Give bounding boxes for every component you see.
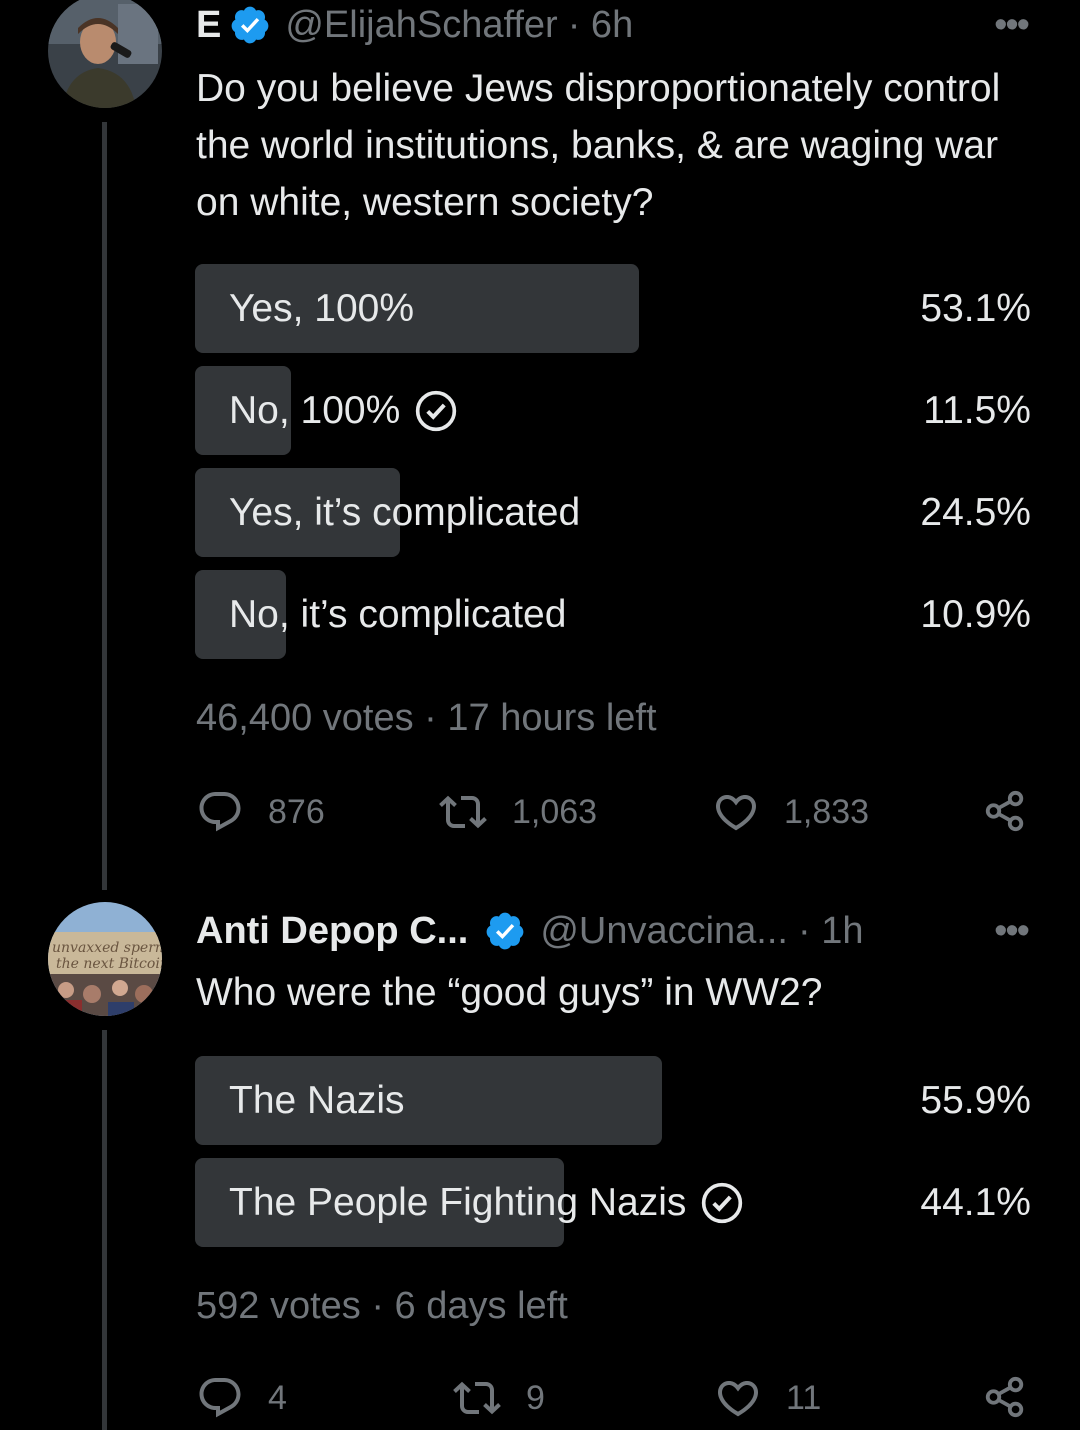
more-options-icon[interactable]: ••• [994, 4, 1030, 47]
poll-option-label: The Nazis [229, 1078, 405, 1122]
reply-button[interactable]: 4 [196, 1374, 287, 1422]
poll-option[interactable]: Yes, 100% 53.1% [195, 264, 1031, 353]
poll-option-label: No, 100% [229, 388, 401, 432]
user-handle[interactable]: @ElijahSchaffer [285, 4, 557, 47]
repost-button[interactable]: 1,063 [438, 788, 597, 836]
check-circle-icon [414, 389, 458, 433]
like-count: 11 [786, 1378, 822, 1417]
poll-option[interactable]: The Nazis 55.9% [195, 1056, 1031, 1145]
heart-icon [715, 795, 757, 831]
poll-option[interactable]: No, 100% 11.5% [195, 366, 1031, 455]
post-header: Anti Depop C... @Unvaccina... · 1h [196, 906, 863, 956]
reply-icon [199, 1378, 241, 1418]
repost-icon [439, 795, 487, 829]
repost-button[interactable]: 9 [452, 1374, 545, 1422]
share-icon [985, 790, 1024, 832]
poll-option[interactable]: Yes, it’s complicated 24.5% [195, 468, 1031, 557]
svg-text:unvaxxed sperm: unvaxxed sperm [52, 940, 162, 956]
poll-meta: 46,400 votes · 17 hours left [196, 697, 657, 739]
repost-icon [453, 1381, 501, 1415]
post-header: E @ElijahSchaffer · 6h [196, 0, 633, 50]
poll-option[interactable]: No, it’s complicated 10.9% [195, 570, 1031, 659]
like-button[interactable]: 11 [714, 1374, 821, 1422]
post-text: Do you believe Jews disproportionately c… [196, 67, 1001, 224]
thread-line [102, 1030, 107, 1430]
poll-option[interactable]: The People Fighting Nazis 44.1% [195, 1158, 1031, 1247]
heart-icon [717, 1381, 759, 1417]
poll-option-percent: 53.1% [920, 286, 1031, 330]
verified-badge-icon [229, 4, 271, 46]
thread-line [102, 122, 107, 890]
check-circle-icon [700, 1181, 744, 1225]
poll-option-percent: 44.1% [920, 1180, 1031, 1224]
poll-option-label: The People Fighting Nazis [229, 1180, 687, 1224]
poll-option-percent: 55.9% [920, 1078, 1031, 1122]
share-button[interactable] [982, 788, 1028, 834]
display-name[interactable]: E [196, 4, 221, 47]
svg-text:the next Bitcoin: the next Bitcoin [56, 956, 162, 972]
poll-option-percent: 10.9% [920, 592, 1031, 636]
post-time[interactable]: · 1h [798, 910, 863, 953]
reply-button[interactable]: 876 [196, 788, 325, 836]
poll-option-label: Yes, it’s complicated [229, 490, 581, 534]
post-text: Who were the “good guys” in WW2? [196, 971, 823, 1014]
user-handle[interactable]: @Unvaccina... [540, 910, 788, 953]
poll-option-percent: 11.5% [923, 388, 1031, 432]
poll-option-label: No, it’s complicated [229, 592, 567, 636]
verified-badge-icon [484, 910, 526, 952]
poll-option-percent: 24.5% [920, 490, 1031, 534]
more-options-icon[interactable]: ••• [994, 910, 1030, 953]
reply-icon [199, 792, 241, 832]
reply-count: 4 [268, 1378, 287, 1417]
avatar[interactable]: unvaxxed sperm the next Bitcoin [48, 902, 162, 1016]
like-count: 1,833 [784, 792, 870, 831]
repost-count: 9 [526, 1378, 545, 1417]
poll-meta: 592 votes · 6 days left [196, 1285, 568, 1327]
share-button[interactable] [982, 1374, 1028, 1420]
repost-count: 1,063 [512, 792, 598, 831]
display-name[interactable]: Anti Depop C... [196, 910, 468, 953]
share-icon [985, 1376, 1024, 1418]
reply-count: 876 [268, 792, 325, 831]
post-time[interactable]: · 6h [568, 4, 633, 47]
like-button[interactable]: 1,833 [712, 788, 869, 836]
avatar[interactable] [48, 0, 162, 108]
poll-option-label: Yes, 100% [229, 286, 415, 330]
